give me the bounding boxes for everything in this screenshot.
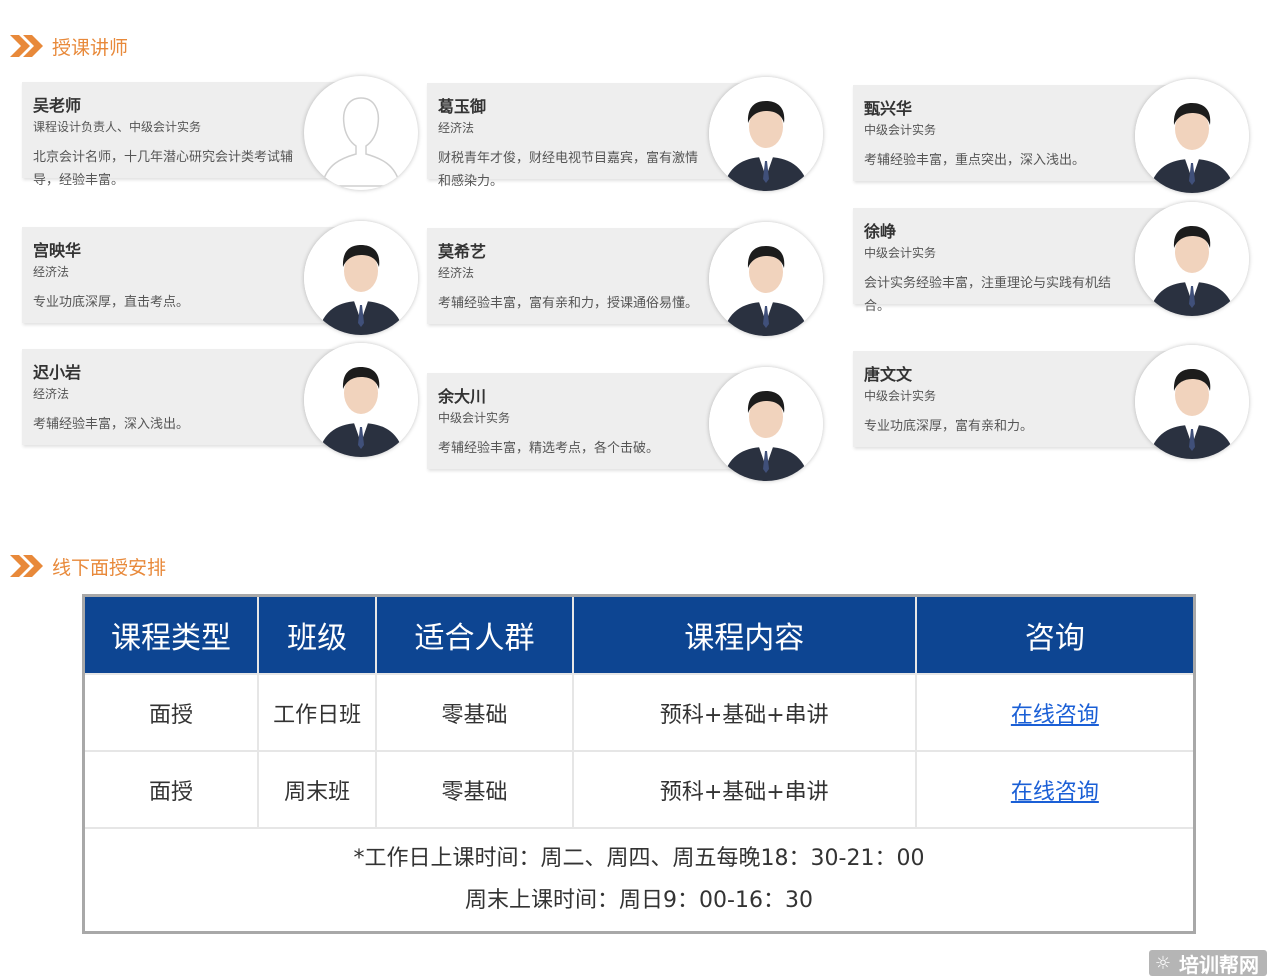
cell-audience: 零基础 [375, 750, 574, 829]
teacher-subject: 课程设计负责人、中级会计实务 [33, 120, 202, 134]
teacher-name: 徐峥 [864, 222, 897, 241]
teacher-card: 葛玉御经济法财税青年才俊，财经电视节目嘉宾，富有激情和感染力。 [427, 77, 827, 191]
teacher-card: 吴老师课程设计负责人、中级会计实务北京会计名师，十几年潜心研究会计类考试辅导，经… [22, 76, 422, 190]
teacher-desc: 考辅经验丰富，深入浅出。 [33, 417, 190, 432]
schedule-table: 课程类型 班级 适合人群 课程内容 咨询 面授 工作日班 零基础 预科+基础+串… [82, 594, 1196, 934]
teacher-desc: 考辅经验丰富，富有亲和力，授课通俗易懂。 [438, 296, 699, 311]
teacher-subject: 中级会计实务 [864, 246, 937, 260]
section-title-offline: 线下面授安排 [10, 552, 166, 580]
double-chevron-icon [10, 35, 43, 57]
teacher-photo [709, 222, 823, 336]
teacher-avatar [709, 222, 823, 336]
section-title-label: 授课讲师 [52, 36, 129, 59]
teacher-subject: 中级会计实务 [864, 123, 937, 137]
header-content: 课程内容 [571, 594, 917, 675]
teacher-name: 莫希艺 [438, 242, 487, 261]
sun-logo-icon: ☼ [1154, 952, 1171, 974]
teacher-subject: 中级会计实务 [438, 411, 511, 425]
table-row: 面授 周末班 零基础 预科+基础+串讲 在线咨询 [82, 750, 1196, 829]
teacher-desc: 北京会计名师，十几年潜心研究会计类考试辅导，经验丰富。 [33, 150, 294, 188]
teacher-desc: 考辅经验丰富，重点突出，深入浅出。 [864, 153, 1086, 168]
section-title-label: 线下面授安排 [52, 556, 167, 579]
teacher-desc: 考辅经验丰富，精选考点，各个击破。 [438, 441, 660, 456]
watermark-text: 培训帮网 [1179, 952, 1259, 977]
weekday-time-note: *工作日上课时间：周二、周四、周五每晚18：30-21：00 [353, 846, 925, 871]
teacher-card: 唐文文中级会计实务专业功底深厚，富有亲和力。 [853, 345, 1253, 459]
online-consult-link[interactable]: 在线咨询 [1011, 703, 1099, 728]
teacher-name: 葛玉御 [438, 97, 487, 116]
teacher-card: 徐峥中级会计实务会计实务经验丰富，注重理论与实践有机结合。 [853, 202, 1253, 316]
teacher-desc: 专业功底深厚，富有亲和力。 [864, 419, 1034, 434]
teacher-photo [1135, 345, 1249, 459]
teacher-avatar [1135, 202, 1249, 316]
cell-class: 周末班 [256, 750, 378, 829]
schedule-note: *工作日上课时间：周二、周四、周五每晚18：30-21：00 周末上课时间：周日… [82, 827, 1196, 934]
teacher-card: 甄兴华中级会计实务考辅经验丰富，重点突出，深入浅出。 [853, 79, 1253, 193]
cell-content: 预科+基础+串讲 [571, 673, 917, 752]
teacher-name: 宫映华 [33, 241, 82, 260]
teacher-card: 宫映华经济法专业功底深厚，直击考点。 [22, 221, 422, 335]
teacher-photo [1135, 202, 1249, 316]
teacher-name: 迟小岩 [33, 363, 82, 382]
cell-consult: 在线咨询 [914, 673, 1196, 752]
teacher-avatar [1135, 345, 1249, 459]
teacher-photo [1135, 79, 1249, 193]
teacher-name: 吴老师 [33, 96, 82, 115]
cell-consult: 在线咨询 [914, 750, 1196, 829]
teacher-name: 唐文文 [864, 365, 913, 384]
table-header-row: 课程类型 班级 适合人群 课程内容 咨询 [82, 594, 1196, 675]
online-consult-link[interactable]: 在线咨询 [1011, 780, 1099, 805]
teacher-card: 迟小岩经济法考辅经验丰富，深入浅出。 [22, 343, 422, 457]
header-audience: 适合人群 [375, 594, 574, 675]
weekend-time-note: 周末上课时间：周日9：00-16：30 [465, 888, 813, 913]
teacher-photo [304, 343, 418, 457]
teacher-desc: 会计实务经验丰富，注重理论与实践有机结合。 [864, 276, 1112, 314]
avatar-placeholder-icon [321, 97, 401, 187]
teacher-avatar [304, 343, 418, 457]
cell-class: 工作日班 [256, 673, 378, 752]
teacher-desc: 财税青年才俊，财经电视节目嘉宾，富有激情和感染力。 [438, 151, 699, 189]
cell-course-type: 面授 [82, 750, 259, 829]
teacher-card: 莫希艺经济法考辅经验丰富，富有亲和力，授课通俗易懂。 [427, 222, 827, 336]
cell-course-type: 面授 [82, 673, 259, 752]
teacher-card: 余大川中级会计实务考辅经验丰富，精选考点，各个击破。 [427, 367, 827, 481]
cell-audience: 零基础 [375, 673, 574, 752]
teacher-avatar [709, 77, 823, 191]
teacher-avatar [1135, 79, 1249, 193]
teacher-subject: 经济法 [33, 265, 70, 279]
teacher-photo [709, 367, 823, 481]
section-title-teachers: 授课讲师 [10, 32, 128, 60]
teacher-photo [709, 77, 823, 191]
teacher-subject: 中级会计实务 [864, 389, 937, 403]
teacher-avatar [709, 367, 823, 481]
header-consult: 咨询 [914, 594, 1196, 675]
table-note-row: *工作日上课时间：周二、周四、周五每晚18：30-21：00 周末上课时间：周日… [82, 827, 1196, 934]
teacher-subject: 经济法 [33, 387, 70, 401]
teacher-avatar [304, 221, 418, 335]
cell-content: 预科+基础+串讲 [571, 750, 917, 829]
double-chevron-icon [10, 555, 43, 577]
watermark-badge: ☼ 培训帮网 [1148, 950, 1267, 977]
teacher-avatar [304, 76, 418, 190]
header-course-type: 课程类型 [82, 594, 259, 675]
teacher-name: 甄兴华 [864, 99, 913, 118]
teacher-subject: 经济法 [438, 266, 475, 280]
table-row: 面授 工作日班 零基础 预科+基础+串讲 在线咨询 [82, 673, 1196, 752]
teacher-photo [304, 221, 418, 335]
header-class: 班级 [256, 594, 378, 675]
teacher-desc: 专业功底深厚，直击考点。 [33, 295, 190, 310]
teacher-subject: 经济法 [438, 121, 475, 135]
teacher-name: 余大川 [438, 387, 487, 406]
